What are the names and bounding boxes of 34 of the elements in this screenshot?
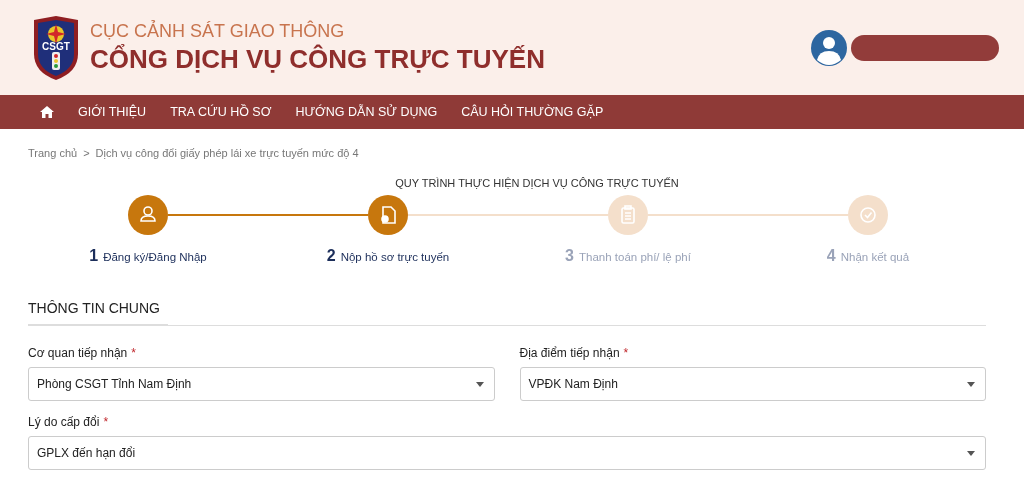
step-label: Đăng ký/Đăng Nhập xyxy=(103,251,207,263)
step-label: Thanh toán phí/ lệ phí xyxy=(579,251,691,263)
caret-icon xyxy=(967,450,975,456)
field-label: Cơ quan tiếp nhận xyxy=(28,346,128,360)
field-label: Lý do cấp đổi xyxy=(28,415,100,429)
user-avatar-icon[interactable] xyxy=(811,29,847,66)
agency-name: CỤC CẢNH SÁT GIAO THÔNG xyxy=(90,20,346,42)
user-name-bar[interactable] xyxy=(851,34,999,61)
nav-link[interactable]: CÂU HỎI THƯỜNG GẶP xyxy=(461,105,604,119)
breadcrumb-link[interactable]: Trang chủ xyxy=(28,147,78,159)
caret-icon xyxy=(967,381,975,387)
step-number: 3 xyxy=(565,247,574,265)
process-title: QUY TRÌNH THỰC HIỆN DỊCH VỤ CÔNG TRỰC TUYẾN xyxy=(394,177,680,189)
step-label: Nhận kết quả xyxy=(840,251,910,263)
step-number: 1 xyxy=(89,247,99,265)
required-mark: * xyxy=(103,415,109,429)
required-mark: * xyxy=(623,346,629,360)
section-title: THÔNG TIN CHUNG xyxy=(28,300,168,326)
nav-link[interactable]: GIỚI THIỆU xyxy=(78,105,147,119)
breadcrumb-separator: > xyxy=(83,147,90,159)
nav-link[interactable]: HƯỚNG DẪN SỬ DỤNG xyxy=(295,105,438,119)
home-icon[interactable] xyxy=(40,106,54,118)
select-field[interactable]: Phòng CSGT Tỉnh Nam Định xyxy=(28,367,495,401)
breadcrumb-current: Dịch vụ công đổi giấy phép lái xe trực tuyến mức độ 4 xyxy=(95,147,359,159)
select-field[interactable]: VPĐK Nam Định xyxy=(519,367,986,401)
field-label: Địa điểm tiếp nhận xyxy=(519,346,620,360)
caret-icon xyxy=(475,381,484,387)
step-number: 4 xyxy=(826,247,836,265)
select-field[interactable]: GPLX đến hạn đổi xyxy=(28,436,986,470)
required-mark: * xyxy=(131,346,136,360)
portal-title: CỔNG DỊCH VỤ CÔNG TRỰC TUYẾN xyxy=(90,43,545,75)
nav-link[interactable]: TRA CỨU HỒ SƠ xyxy=(170,105,272,119)
step-number: 2 xyxy=(326,247,336,265)
step-label: Nộp hồ sơ trực tuyến xyxy=(340,251,450,263)
